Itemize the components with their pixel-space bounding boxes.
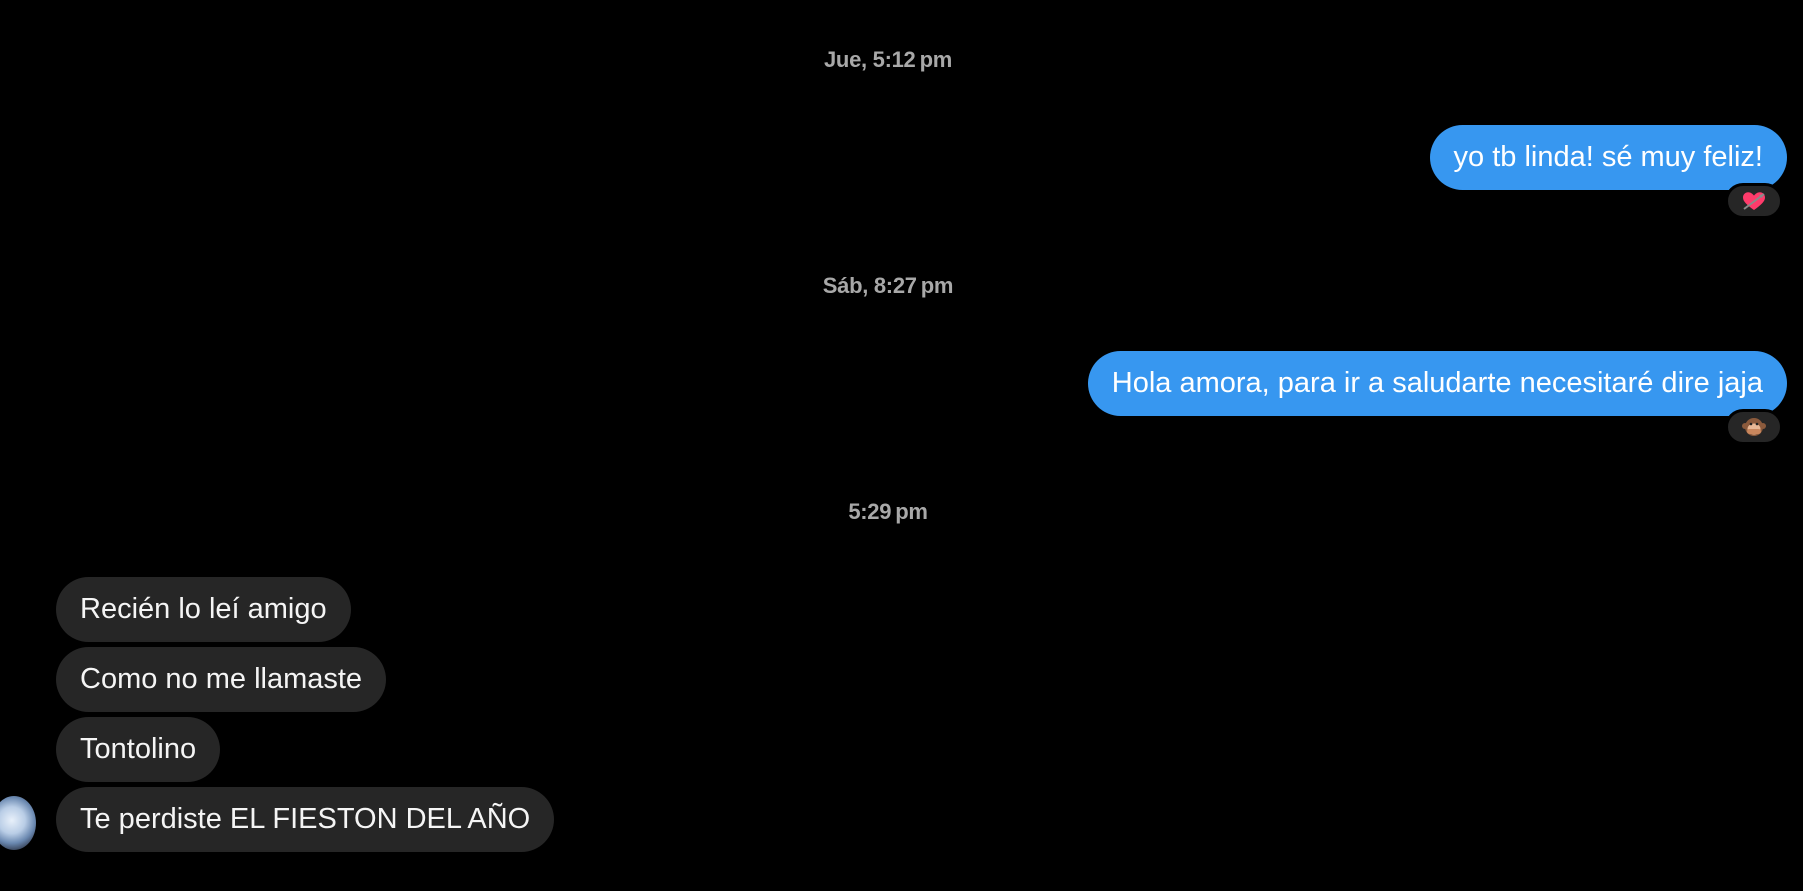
outgoing-message[interactable]: Hola amora, para ir a saludarte necesita… <box>1087 351 1787 416</box>
incoming-message[interactable]: Como no me llamaste <box>56 647 387 712</box>
incoming-message[interactable]: Te perdiste EL FIESTON DEL AÑO <box>56 787 555 852</box>
outgoing-message[interactable]: yo tb linda! sé muy feliz! <box>1429 125 1787 190</box>
incoming-message[interactable]: Recién lo leí amigo <box>56 577 351 642</box>
avatar[interactable] <box>0 796 36 850</box>
incoming-message[interactable]: Tontolino <box>56 717 221 782</box>
timestamp-divider: 5:29 pm <box>848 499 928 524</box>
message-reaction[interactable] <box>1725 183 1783 219</box>
message-reaction[interactable] <box>1725 409 1783 445</box>
heart-with-arrow-icon <box>1743 192 1765 210</box>
timestamp-divider: Jue, 5:12 pm <box>824 47 952 72</box>
speak-no-evil-monkey-icon <box>1742 418 1766 436</box>
timestamp-divider: Sáb, 8:27 pm <box>822 273 954 298</box>
message-thread: Jue, 5:12 pm yo tb linda! sé muy feliz! … <box>0 0 1803 891</box>
